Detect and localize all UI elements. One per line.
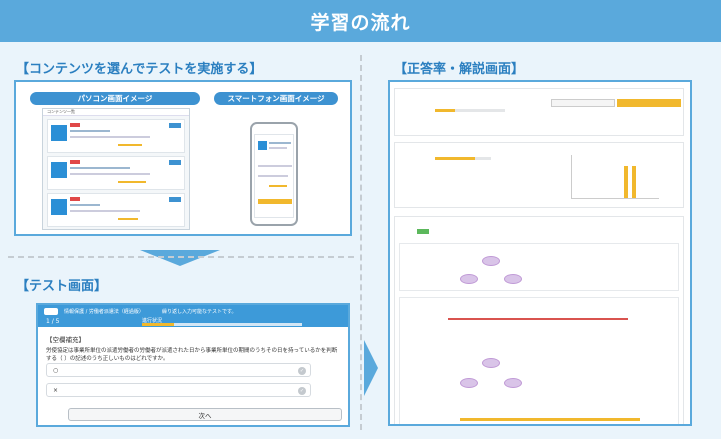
test-header-title: 情報保護 / 労働者派遣法（経過版） — [64, 309, 144, 315]
diagram-node — [482, 256, 500, 266]
retry-button[interactable] — [551, 99, 615, 107]
content-card[interactable] — [47, 119, 185, 153]
content-card[interactable] — [47, 193, 185, 227]
sp-progress — [269, 185, 287, 187]
answer-option-label: × — [53, 386, 59, 394]
content-list-header: コンテンツ一覧 — [43, 109, 189, 116]
diagram-node — [504, 274, 522, 284]
check-icon: ✓ — [298, 387, 306, 395]
card-start-button[interactable] — [169, 123, 181, 128]
sp-title-line — [269, 142, 291, 144]
card-title-line — [70, 130, 110, 132]
pc-screen: コンテンツ一覧 — [42, 108, 190, 230]
question-counter: 1 / 5 — [46, 318, 60, 325]
sp-start-button[interactable] — [258, 199, 292, 204]
next-button[interactable]: 次へ — [68, 408, 342, 421]
test-header-note: 繰り返し入力可能なテストです。 — [162, 309, 237, 315]
section-title-result: 【正答率・解説画面】 — [394, 62, 525, 77]
smartphone-screen — [254, 134, 294, 218]
sp-text-line — [258, 165, 292, 167]
result-panel — [388, 80, 692, 426]
divider-vertical — [360, 55, 362, 430]
card-progress — [118, 218, 138, 220]
question-type-label: 【空欄補充】 — [46, 336, 85, 344]
card-text-line — [70, 136, 150, 138]
section-title-test: 【テスト画面】 — [16, 279, 108, 294]
card-text-line — [70, 210, 140, 212]
section-title-contents: 【コンテンツを選んでテストを実施する】 — [16, 62, 263, 77]
answer-option-label: ○ — [53, 366, 59, 374]
score-chart-box — [394, 142, 684, 208]
learning-flow-page: 学習の流れ 【コンテンツを選んでテストを実施する】 パソコン画面イメージ スマー… — [0, 0, 721, 439]
explanation-box — [394, 216, 684, 424]
question-review — [399, 243, 679, 291]
arrow-right-icon — [364, 340, 378, 396]
rate-fill — [435, 157, 475, 160]
sp-text-line — [269, 147, 287, 149]
logo-icon — [44, 308, 58, 315]
diagram-node — [460, 274, 478, 284]
score-fill — [435, 109, 455, 112]
page-banner: 学習の流れ — [0, 0, 721, 42]
arrow-down-icon — [140, 250, 220, 266]
highlight-line — [448, 318, 628, 320]
correct-badge — [417, 229, 429, 234]
sp-text-line — [258, 175, 288, 177]
card-progress — [118, 144, 142, 146]
new-badge — [70, 197, 80, 201]
answer-option[interactable]: × ✓ — [46, 383, 311, 397]
smartphone-mockup — [250, 122, 298, 226]
answer-option[interactable]: ○ ✓ — [46, 363, 311, 377]
review-button[interactable] — [617, 99, 681, 107]
diagram-node — [482, 358, 500, 368]
diagram-node — [504, 378, 522, 388]
histogram-bar — [632, 166, 636, 198]
score-histogram — [571, 155, 659, 199]
question-text: 労使協定は事業所単位の派遣労働者の労働者が派遣された日から事業所単位の期間のうち… — [46, 348, 338, 362]
sp-label: スマートフォン画面イメージ — [214, 92, 338, 105]
progress-fill — [142, 323, 174, 326]
content-card[interactable] — [47, 156, 185, 190]
content-thumbnail — [258, 141, 267, 150]
test-header-bar: 情報保護 / 労働者派遣法（経過版） 繰り返し入力可能なテストです。 1 / 5… — [38, 305, 348, 327]
progress-track — [142, 323, 302, 326]
card-title-line — [70, 167, 130, 169]
banner-title: 学習の流れ — [310, 11, 411, 34]
histogram-bar — [624, 166, 628, 198]
new-badge — [70, 123, 80, 127]
divider-horizontal — [8, 256, 354, 258]
answer-bar — [460, 418, 640, 421]
diagram-node — [460, 378, 478, 388]
card-start-button[interactable] — [169, 160, 181, 165]
card-progress — [118, 181, 146, 183]
card-title-line — [70, 204, 100, 206]
test-panel: 情報保護 / 労働者派遣法（経過版） 繰り返し入力可能なテストです。 1 / 5… — [36, 303, 350, 427]
course-score-box — [394, 88, 684, 136]
check-icon: ✓ — [298, 367, 306, 375]
content-thumbnail — [51, 162, 67, 178]
new-badge — [70, 160, 80, 164]
content-thumbnail — [51, 125, 67, 141]
card-text-line — [70, 173, 150, 175]
content-thumbnail — [51, 199, 67, 215]
card-start-button[interactable] — [169, 197, 181, 202]
pc-label: パソコン画面イメージ — [30, 92, 200, 105]
explanation-text — [399, 297, 679, 424]
